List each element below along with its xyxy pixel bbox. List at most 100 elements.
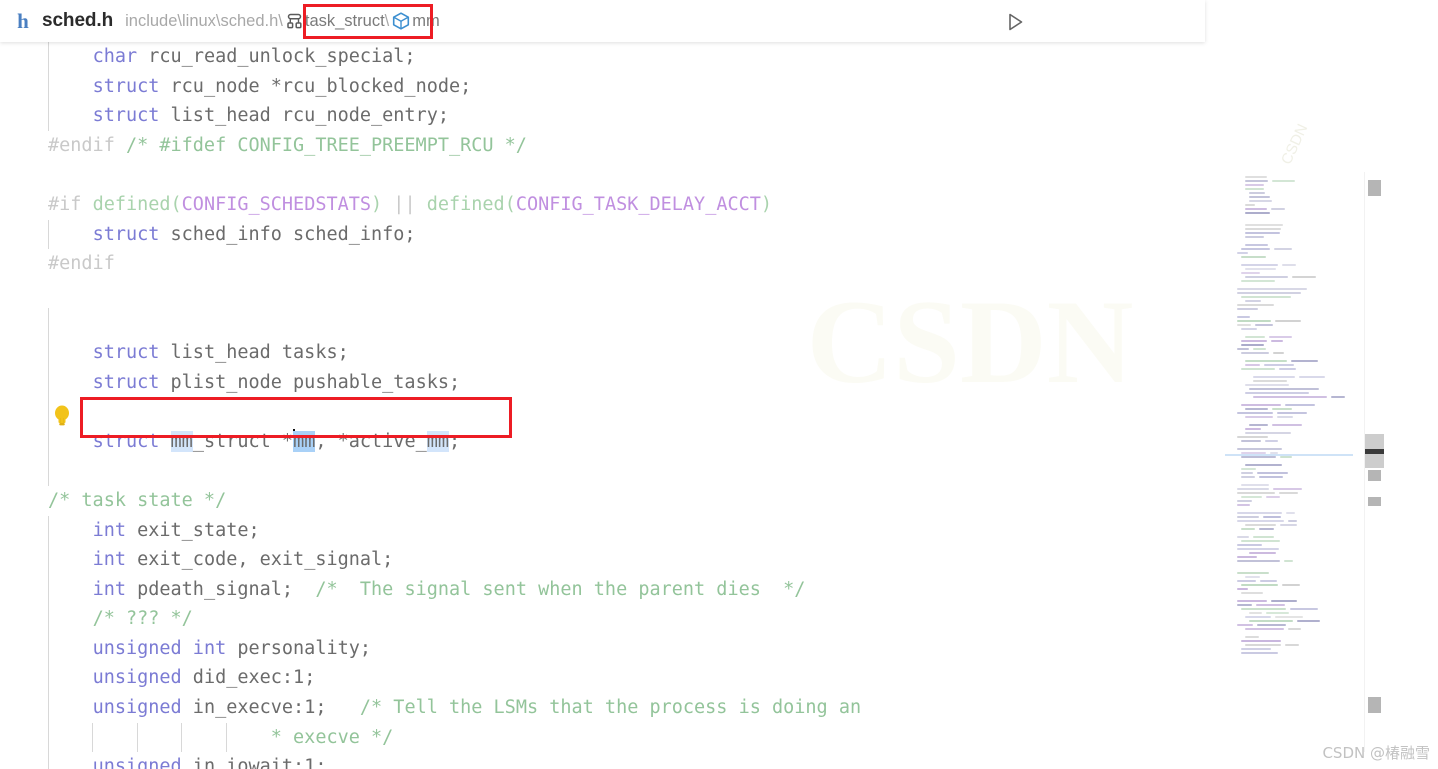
code-token-kw: struct: [92, 75, 160, 97]
code-line[interactable]: [0, 160, 861, 190]
code-line[interactable]: struct plist_node pushable_tasks;: [0, 367, 861, 398]
code-line[interactable]: [0, 308, 861, 338]
minimap-line: [1245, 432, 1292, 434]
minimap-line: [1287, 520, 1297, 522]
indent-guide: [48, 337, 49, 368]
minimap-line: [1241, 584, 1279, 586]
code-line[interactable]: #endif: [0, 249, 861, 279]
minimap-line: [1285, 512, 1295, 514]
code-line[interactable]: unsigned did_exec:1;: [0, 663, 861, 694]
code-token-cmt: /* The signal sent when the parent dies …: [315, 578, 806, 600]
source-code-text[interactable]: char rcu_read_unlock_special; struct rcu…: [0, 42, 861, 769]
minimap-line: [1245, 300, 1262, 302]
minimap-line: [1272, 408, 1292, 410]
breadcrumb-symbol-mm[interactable]: mm: [412, 12, 440, 31]
minimap-cursor-line: [1225, 454, 1353, 456]
code-line[interactable]: struct list_head tasks;: [0, 337, 861, 368]
minimap-line: [1241, 496, 1262, 498]
code-token-id: personality;: [226, 637, 372, 659]
minimap-line: [1241, 540, 1280, 542]
code-line[interactable]: #endif /* #ifdef CONFIG_TREE_PREEMPT_RCU…: [0, 131, 861, 161]
minimap-line: [1263, 516, 1281, 518]
code-line[interactable]: /* task state */: [0, 486, 861, 516]
code-token-id: exit_state;: [125, 519, 260, 541]
minimap-line: [1237, 412, 1274, 414]
minimap-line: [1245, 392, 1310, 394]
minimap-line: [1245, 228, 1281, 230]
minimap-line: [1241, 652, 1278, 654]
code-line[interactable]: struct rcu_node *rcu_blocked_node;: [0, 71, 861, 102]
minimap-line: [1284, 644, 1300, 646]
code-token-cmt: /* Tell the LSMs that the process is doi…: [359, 697, 862, 719]
code-line[interactable]: int exit_code, exit_signal;: [0, 545, 861, 575]
code-token-kw: struct: [92, 371, 160, 393]
code-line[interactable]: * execve */: [0, 722, 861, 753]
minimap-line: [1241, 404, 1281, 406]
ruler-mark: [1368, 497, 1381, 506]
minimap-line: [1299, 376, 1325, 378]
minimap-line: [1241, 592, 1263, 594]
indent-guide: [48, 367, 49, 398]
minimap-line: [1257, 472, 1289, 474]
minimap-line: [1241, 640, 1281, 642]
minimap-line: [1258, 476, 1283, 478]
minimap-line: [1287, 628, 1302, 630]
breadcrumb[interactable]: include\linux\sched.h\ task_struct \ mm: [125, 11, 440, 31]
code-line[interactable]: [0, 456, 861, 486]
minimap-line: [1277, 412, 1308, 414]
code-line[interactable]: int pdeath_signal; /* The signal sent wh…: [0, 574, 861, 605]
minimap-line: [1237, 516, 1260, 518]
minimap-line: [1249, 192, 1266, 194]
minimap-line: [1253, 536, 1274, 538]
minimap-line: [1237, 308, 1259, 310]
code-line[interactable]: struct list_head rcu_node_entry;: [0, 101, 861, 131]
code-token-kw: unsigned: [92, 756, 182, 769]
code-line[interactable]: [0, 397, 861, 427]
minimap-line: [1249, 196, 1271, 198]
code-line[interactable]: unsigned int personality;: [0, 633, 861, 664]
tab-label-sched-h[interactable]: sched.h: [42, 10, 113, 32]
code-line[interactable]: struct sched_info sched_info;: [0, 219, 861, 250]
code-line[interactable]: char rcu_read_unlock_special;: [0, 42, 861, 72]
code-minimap[interactable]: [1225, 172, 1353, 752]
minimap-line: [1245, 208, 1268, 210]
code-line[interactable]: int exit_state;: [0, 515, 861, 546]
breadcrumb-symbol-task-struct[interactable]: task_struct: [305, 12, 385, 31]
minimap-line: [1237, 600, 1267, 602]
code-token-kw: char: [92, 46, 138, 67]
code-token-id: in_execve:1;: [181, 697, 360, 719]
code-line[interactable]: unsigned in_execve:1; /* Tell the LSMs t…: [0, 693, 861, 723]
code-line[interactable]: #if defined(CONFIG_SCHEDSTATS) || define…: [0, 190, 861, 220]
minimap-line: [1237, 348, 1249, 350]
code-line[interactable]: [0, 279, 861, 309]
overview-ruler[interactable]: [1364, 172, 1384, 752]
minimap-line: [1237, 436, 1268, 438]
indent-guide: [48, 663, 49, 694]
indent-guide: [48, 693, 49, 723]
minimap-line: [1266, 612, 1290, 614]
minimap-line: [1237, 560, 1281, 562]
minimap-line: [1264, 364, 1294, 366]
minimap-line: [1280, 456, 1292, 458]
minimap-line: [1270, 340, 1284, 342]
minimap-line: [1237, 520, 1284, 522]
lightbulb-icon[interactable]: [52, 404, 72, 428]
code-line[interactable]: unsigned in_iowait:1;: [0, 752, 861, 769]
code-line[interactable]: struct mm_struct *mm, *active_mm;: [0, 426, 861, 457]
code-token-id: pdeath_signal;: [125, 578, 316, 600]
minimap-line: [1271, 180, 1295, 182]
code-editor-area[interactable]: CSDN char rcu_read_unlock_special; struc…: [0, 42, 1205, 769]
indent-guide: [48, 71, 49, 102]
minimap-line: [1237, 580, 1256, 582]
breadcrumb-file-path[interactable]: include\linux\sched.h\: [125, 12, 283, 31]
code-line[interactable]: /* ??? */: [0, 604, 861, 634]
run-play-icon[interactable]: [1001, 8, 1029, 36]
minimap-line: [1280, 524, 1298, 526]
indent-guide: [225, 722, 227, 753]
indent-guide: [48, 633, 49, 664]
ruler-mark: [1368, 180, 1381, 196]
